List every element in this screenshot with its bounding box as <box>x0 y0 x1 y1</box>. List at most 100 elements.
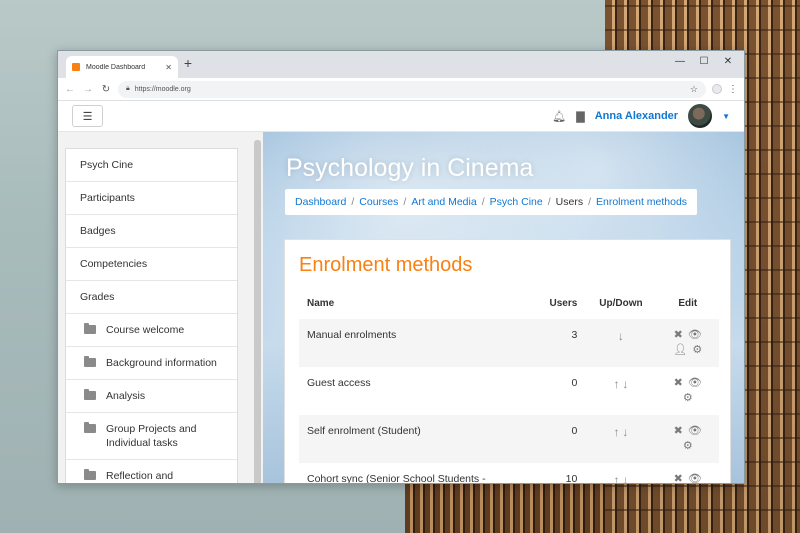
address-bar: ← → ↻ 🔒︎ https://moodle.org ☆ ⋮ <box>58 78 744 101</box>
url-text: https://moodle.org <box>134 85 191 93</box>
drawer-section-item[interactable]: Course welcome <box>66 314 237 347</box>
notification-bell-icon[interactable]: 🔔︎ <box>552 110 566 123</box>
breadcrumb-category[interactable]: Art and Media <box>411 196 476 208</box>
moodle-favicon-icon <box>72 63 80 71</box>
main-region: Psychology in Cinema Dashboard / Courses… <box>263 132 744 484</box>
card-title: Enrolment methods <box>299 254 473 276</box>
browser-window: Moodle Dashboard ✕ + — ☐ ✕ ← → ↻ 🔒︎ http… <box>57 50 745 484</box>
breadcrumb: Dashboard / Courses / Art and Media / Ps… <box>285 189 698 215</box>
delete-icon[interactable]: ✖ <box>674 473 683 483</box>
messages-icon[interactable]: ▇ <box>576 110 584 123</box>
drawer-toggle-button[interactable]: ☰ <box>72 105 103 127</box>
back-arrow-icon[interactable]: ← <box>64 84 76 95</box>
folder-icon <box>84 356 96 367</box>
eye-icon[interactable]: 👁︎ <box>688 377 702 390</box>
user-count: 10 <box>565 473 578 484</box>
section-label: Reflection and <box>106 470 174 482</box>
settings-gear-icon[interactable]: ⚙ <box>692 344 702 357</box>
folder-icon <box>84 422 96 433</box>
drawer-list: Psych Cine Participants Badges Competenc… <box>65 148 238 483</box>
move-down-icon[interactable]: ↓ <box>622 473 628 483</box>
column-header-updown: Up/Down <box>599 298 643 309</box>
user-menu-name[interactable]: Anna Alexander <box>595 110 678 122</box>
move-up-icon[interactable]: ↑ <box>613 473 619 483</box>
bookmark-star-icon[interactable]: ☆ <box>690 84 698 95</box>
breadcrumb-dashboard[interactable]: Dashboard <box>295 196 346 208</box>
new-tab-button[interactable]: + <box>180 55 196 71</box>
close-window-button[interactable]: ✕ <box>716 53 740 71</box>
avatar[interactable] <box>688 104 713 128</box>
column-header-name: Name <box>307 298 335 309</box>
drawer-section-item[interactable]: Group Projects and Individual tasks <box>66 413 237 460</box>
breadcrumb-enrolment-methods[interactable]: Enrolment methods <box>596 196 687 208</box>
breadcrumb-separator: / <box>481 196 485 208</box>
move-down-icon[interactable]: ↓ <box>622 377 628 391</box>
eye-icon[interactable]: 👁︎ <box>688 425 702 438</box>
user-count: 3 <box>532 319 586 367</box>
section-label: Background information <box>106 357 217 369</box>
breadcrumb-courses[interactable]: Courses <box>359 196 398 208</box>
method-name: Guest access <box>307 377 371 389</box>
window-controls: — ☐ ✕ <box>668 53 740 71</box>
browser-titlebar: Moodle Dashboard ✕ + — ☐ ✕ <box>58 51 744 78</box>
drawer-item-participants[interactable]: Participants <box>66 182 237 215</box>
page-content: Psych Cine Participants Badges Competenc… <box>58 132 744 484</box>
user-count: 0 <box>532 415 586 463</box>
browser-tab[interactable]: Moodle Dashboard ✕ <box>66 56 178 78</box>
section-label: Course welcome <box>106 324 185 336</box>
column-header-users: Users <box>549 298 578 309</box>
move-up-icon[interactable]: ↑ <box>613 377 619 391</box>
profile-icon[interactable] <box>712 84 722 94</box>
settings-gear-icon[interactable]: ⚙ <box>683 392 693 405</box>
eye-icon[interactable]: 👁︎ <box>688 473 702 483</box>
folder-icon <box>84 389 96 400</box>
method-name: Cohort sync (Senior School Students - <box>307 473 486 484</box>
column-header-edit: Edit <box>678 298 698 309</box>
minimize-button[interactable]: — <box>668 53 692 71</box>
breadcrumb-separator: / <box>547 196 551 208</box>
delete-icon[interactable]: ✖ <box>674 329 683 342</box>
breadcrumb-course[interactable]: Psych Cine <box>490 196 543 208</box>
drawer-section-item[interactable]: Reflection and <box>66 460 237 483</box>
section-label: Analysis <box>106 390 146 402</box>
url-field[interactable]: 🔒︎ https://moodle.org ☆ <box>118 80 706 98</box>
reload-icon[interactable]: ↻ <box>100 84 112 95</box>
method-name: Manual enrolments <box>299 319 533 367</box>
folder-icon <box>84 469 96 480</box>
drawer-item-competencies[interactable]: Competencies <box>66 248 237 281</box>
drawer-scrollbar[interactable] <box>254 140 261 483</box>
user-count: 0 <box>571 377 578 389</box>
lock-icon: 🔒︎ <box>126 85 130 92</box>
drawer-item-badges[interactable]: Badges <box>66 215 237 248</box>
table-row: Manual enrolments 3 ↓ ✖ 👁︎ 👤︎ ⚙ <box>299 319 719 367</box>
delete-icon[interactable]: ✖ <box>674 425 683 438</box>
table-row: Self enrolment (Student) 0 ↑ ↓ ✖ 👁︎ ⚙ <box>299 415 719 463</box>
move-down-icon[interactable]: ↓ <box>618 329 624 343</box>
delete-icon[interactable]: ✖ <box>674 377 683 390</box>
drawer-item-grades[interactable]: Grades <box>66 281 237 314</box>
moodle-navbar: ☰ 🔔︎ ▇ Anna Alexander ▼ <box>58 101 744 132</box>
drawer-section-item[interactable]: Analysis <box>66 380 237 413</box>
enrol-users-icon[interactable]: 👤︎ <box>673 344 687 357</box>
settings-gear-icon[interactable]: ⚙ <box>683 440 693 453</box>
section-label: Group Projects and Individual tasks <box>106 423 197 449</box>
move-down-icon[interactable]: ↓ <box>622 425 628 439</box>
table-row: Guest access 0 ↑ ↓ ✖ 👁︎ ⚙ <box>299 367 719 415</box>
drawer-section-item[interactable]: Background information <box>66 347 237 380</box>
breadcrumb-users: Users <box>555 196 584 208</box>
eye-icon[interactable]: 👁︎ <box>688 329 702 342</box>
maximize-button[interactable]: ☐ <box>692 53 716 71</box>
chevron-down-icon[interactable]: ▼ <box>722 112 730 121</box>
drawer-item-course[interactable]: Psych Cine <box>66 149 237 182</box>
forward-arrow-icon[interactable]: → <box>82 84 94 95</box>
tab-title: Moodle Dashboard <box>86 63 146 71</box>
move-up-icon[interactable]: ↑ <box>613 425 619 439</box>
enrolment-card: Enrolment methods Name Users Up/Down Edi… <box>284 239 731 484</box>
tab-close-icon[interactable]: ✕ <box>165 63 172 72</box>
hamburger-icon: ☰ <box>82 110 93 123</box>
breadcrumb-separator: / <box>588 196 591 208</box>
enrolment-table: Name Users Up/Down Edit Manual enrolment… <box>299 294 719 484</box>
nav-drawer: Psych Cine Participants Badges Competenc… <box>58 132 263 483</box>
browser-menu-icon[interactable]: ⋮ <box>728 84 738 95</box>
folder-icon <box>84 323 96 334</box>
